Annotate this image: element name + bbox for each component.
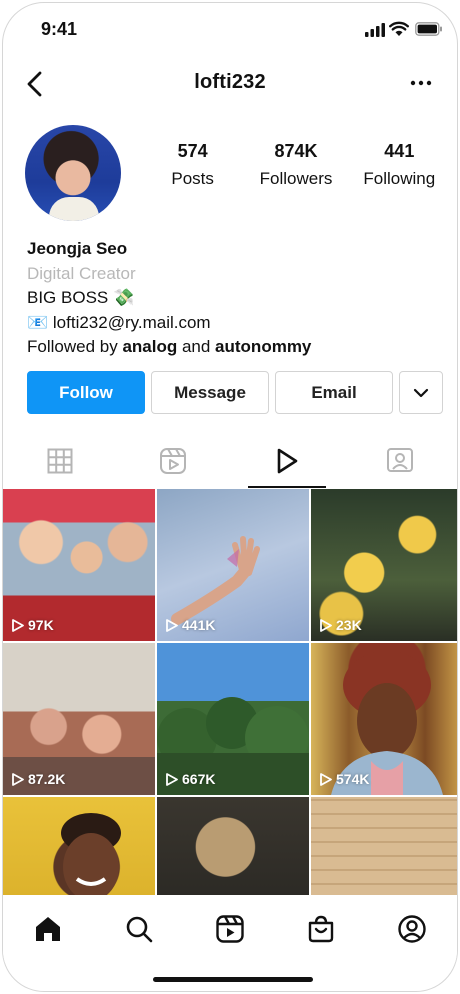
stat-count: 574 xyxy=(177,141,208,161)
video-thumbnail[interactable]: 441K xyxy=(157,489,309,641)
more-options-icon[interactable] xyxy=(409,73,433,93)
video-thumbnail[interactable] xyxy=(3,797,155,895)
profile-icon xyxy=(397,915,426,943)
tab-grid[interactable] xyxy=(3,435,117,487)
followed-by-prefix: Followed by xyxy=(27,337,123,356)
page-title: lofti232 xyxy=(194,71,266,93)
nav-reels[interactable] xyxy=(185,895,276,963)
status-bar: 9:41 xyxy=(3,3,457,55)
video-grid: 97K 441K 23K 87.2K 667K 574K xyxy=(3,489,457,895)
stat-count: 441 xyxy=(384,141,415,161)
email-button[interactable]: Email xyxy=(275,371,393,414)
video-thumbnail[interactable]: 23K xyxy=(311,489,457,641)
shop-icon xyxy=(308,915,333,943)
play-icon xyxy=(320,772,332,786)
phone-frame: 9:41 lofti232 574 Posts 874K Followers 4… xyxy=(2,2,458,992)
tab-reels[interactable] xyxy=(117,435,231,487)
stat-label: Following xyxy=(363,169,436,188)
wifi-icon xyxy=(389,21,409,36)
video-thumbnail[interactable] xyxy=(157,797,309,895)
suggested-accounts-button[interactable] xyxy=(399,371,443,414)
stat-label: Posts xyxy=(171,169,214,188)
view-count: 574K xyxy=(319,771,369,787)
profile-stats: 574 Posts 874K Followers 441 Following xyxy=(141,141,451,197)
profile-name: Jeongja Seo xyxy=(27,239,128,258)
profile-header: lofti232 xyxy=(3,61,457,107)
video-thumbnail[interactable]: 667K xyxy=(157,643,309,795)
play-icon xyxy=(166,618,178,632)
stat-count: 874K xyxy=(274,141,318,161)
avatar[interactable] xyxy=(25,125,121,221)
nav-profile[interactable] xyxy=(366,895,457,963)
reels-icon xyxy=(216,915,244,943)
view-count-text: 574K xyxy=(336,771,370,787)
view-count-text: 667K xyxy=(182,771,216,787)
follow-button[interactable]: Follow xyxy=(27,371,145,414)
profile-actions: Follow Message Email xyxy=(27,371,445,415)
video-thumbnail[interactable] xyxy=(311,797,457,895)
reels-icon xyxy=(160,448,187,474)
view-count-text: 97K xyxy=(28,617,54,633)
status-time: 9:41 xyxy=(41,19,78,39)
view-count: 97K xyxy=(11,617,54,633)
video-thumbnail[interactable]: 87.2K xyxy=(3,643,155,795)
stat-label: Followers xyxy=(259,169,333,188)
stat-followers[interactable]: 874K Followers xyxy=(244,141,347,197)
followed-by-user-link[interactable]: autonommy xyxy=(215,337,311,356)
video-thumbnail[interactable]: 574K xyxy=(311,643,457,795)
bio-text: BIG BOSS 💸 xyxy=(27,288,135,307)
home-icon xyxy=(36,917,61,941)
view-count-text: 87.2K xyxy=(28,771,66,787)
followed-by-user-link[interactable]: analog xyxy=(122,337,177,356)
play-icon xyxy=(166,772,178,786)
nav-shop[interactable] xyxy=(275,895,366,963)
chevron-down-icon xyxy=(413,388,429,397)
nav-search[interactable] xyxy=(94,895,185,963)
nav-home[interactable] xyxy=(3,895,94,963)
view-count: 667K xyxy=(165,771,215,787)
stat-following[interactable]: 441 Following xyxy=(348,141,451,197)
tab-videos[interactable] xyxy=(230,435,344,488)
tab-tagged[interactable] xyxy=(344,435,458,487)
profile-tabs xyxy=(3,435,458,488)
search-icon xyxy=(126,916,153,943)
view-count: 23K xyxy=(319,617,362,633)
bottom-navigation xyxy=(3,895,457,963)
tagged-icon xyxy=(387,448,414,472)
play-icon xyxy=(12,772,24,786)
signal-icon xyxy=(365,23,385,37)
play-icon xyxy=(12,618,24,632)
face-illustration xyxy=(61,813,121,895)
grid-icon xyxy=(47,448,73,474)
play-icon xyxy=(277,448,298,474)
view-count-text: 441K xyxy=(182,617,216,633)
home-indicator xyxy=(153,977,313,982)
play-icon xyxy=(320,618,332,632)
bio-email-link[interactable]: 📧 lofti232@ry.mail.com xyxy=(27,311,447,336)
profile-bio: Jeongja Seo Digital Creator BIG BOSS 💸 📧… xyxy=(27,237,447,360)
profile-category: Digital Creator xyxy=(27,263,136,283)
message-button[interactable]: Message xyxy=(151,371,269,414)
avatar-shirt xyxy=(49,197,99,221)
video-thumbnail[interactable]: 97K xyxy=(3,489,155,641)
stat-posts[interactable]: 574 Posts xyxy=(141,141,244,197)
view-count-text: 23K xyxy=(336,617,362,633)
followed-by: Followed by analog and autonommy xyxy=(27,335,447,360)
followed-by-and: and xyxy=(177,337,216,356)
view-count: 87.2K xyxy=(11,771,65,787)
battery-icon xyxy=(415,22,442,36)
view-count: 441K xyxy=(165,617,215,633)
